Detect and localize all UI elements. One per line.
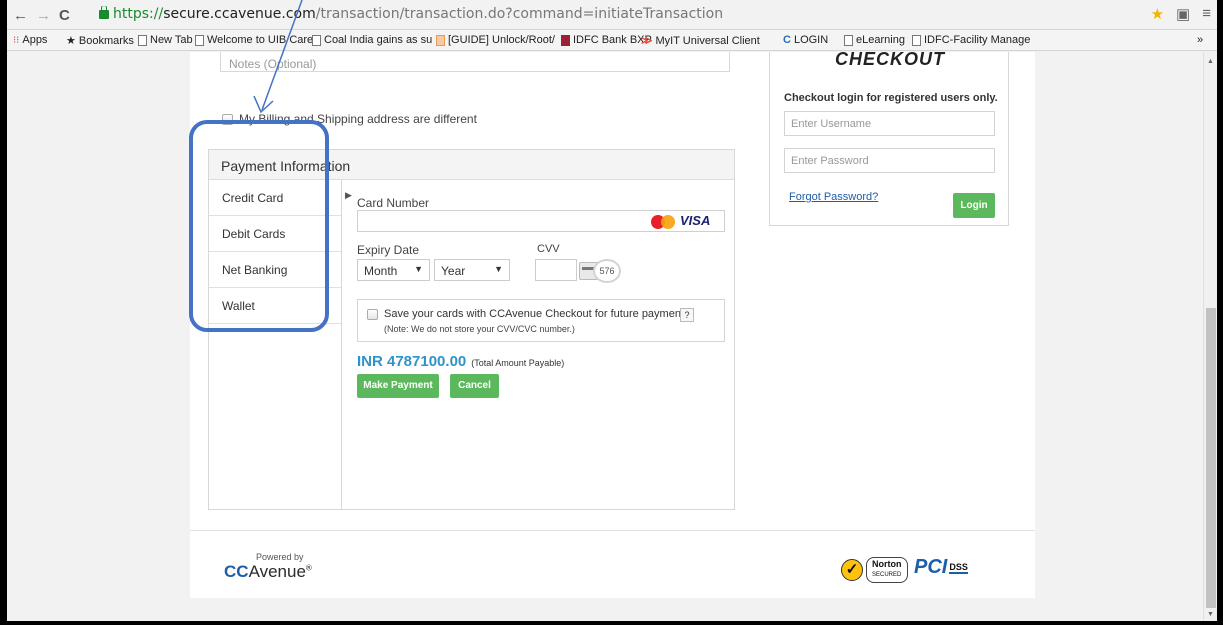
page-icon bbox=[138, 34, 147, 46]
browser-toolbar: ← → C https://secure.ccavenue.com/transa… bbox=[7, 0, 1217, 30]
bookmark-apps[interactable]: ⁝⁝ Apps bbox=[13, 34, 47, 46]
page-icon bbox=[312, 34, 321, 46]
amount-payable: INR 4787100.00 (Total Amount Payable) bbox=[357, 353, 564, 370]
save-card-box: Save your cards with CCAvenue Checkout f… bbox=[357, 299, 725, 342]
pci-logo: PCI bbox=[914, 556, 948, 578]
cancel-button[interactable]: Cancel bbox=[450, 374, 499, 398]
visa-logo: VISA bbox=[680, 213, 711, 228]
bookmark-uib-care[interactable]: Welcome to UIB Care bbox=[195, 34, 313, 46]
amount-value: INR 4787100.00 bbox=[357, 353, 467, 370]
bookmark-star-icon[interactable]: ★ bbox=[1151, 5, 1164, 23]
scroll-up-icon[interactable]: ▲ bbox=[1207, 58, 1214, 65]
scroll-thumb[interactable] bbox=[1206, 308, 1216, 608]
bookmark-bookmarks[interactable]: ★ Bookmarks bbox=[66, 34, 134, 48]
bookmark-coal-india[interactable]: Coal India gains as su bbox=[312, 34, 432, 46]
active-tab-arrow-icon: ▶ bbox=[345, 190, 352, 200]
username-input[interactable]: Enter Username bbox=[784, 111, 995, 136]
page-icon bbox=[195, 34, 204, 46]
amount-note: (Total Amount Payable) bbox=[471, 358, 565, 368]
forgot-password-link[interactable]: Forgot Password? bbox=[789, 191, 878, 203]
bookmark-elearning[interactable]: eLearning bbox=[844, 34, 905, 46]
annotation-highlight-box bbox=[189, 120, 329, 332]
checkout-login-box: CHECKOUT Checkout login for registered u… bbox=[769, 52, 1009, 226]
expiry-month-select[interactable]: Month ▼ bbox=[357, 259, 430, 281]
mastercard-icon bbox=[651, 215, 681, 229]
back-icon[interactable]: ← bbox=[13, 7, 28, 24]
bookmark-new-tab[interactable]: New Tab bbox=[138, 34, 193, 46]
password-input[interactable]: Enter Password bbox=[784, 148, 995, 173]
page-icon bbox=[912, 34, 921, 46]
vertical-scrollbar[interactable]: ▲ ▼ bbox=[1203, 52, 1217, 621]
card-number-input[interactable]: VISA bbox=[357, 210, 725, 232]
bookmark-login[interactable]: C LOGIN bbox=[783, 34, 828, 46]
lock-icon bbox=[99, 6, 109, 19]
page-icon bbox=[844, 34, 853, 46]
toolbar-icons: ★ ▣ ≡ bbox=[1151, 5, 1211, 23]
reload-icon[interactable]: C bbox=[59, 7, 70, 24]
chevron-down-icon: ▼ bbox=[414, 264, 423, 274]
card-number-label: Card Number bbox=[357, 196, 430, 210]
idfc-icon bbox=[561, 34, 570, 46]
norton-secured-badge: ✓ Norton SECURED bbox=[841, 557, 908, 583]
myit-icon: ≫ bbox=[641, 35, 653, 47]
help-button[interactable]: ? bbox=[680, 308, 694, 322]
forward-icon[interactable]: → bbox=[36, 7, 51, 24]
save-card-text: Save your cards with CCAvenue Checkout f… bbox=[384, 308, 690, 320]
chevron-down-icon: ▼ bbox=[494, 264, 503, 274]
pci-dss-badge: PCI DSS bbox=[914, 556, 968, 579]
checkout-logo: CHECKOUT bbox=[835, 52, 945, 69]
cvv-label: CVV bbox=[537, 243, 560, 255]
norton-label: Norton SECURED bbox=[866, 557, 908, 583]
powered-by-text: Powered by bbox=[256, 552, 304, 562]
bookmark-myit[interactable]: ≫ MyIT Universal Client bbox=[641, 34, 760, 48]
checkmark-icon: ✓ bbox=[841, 559, 863, 581]
url-host: secure.ccavenue.com bbox=[163, 6, 316, 22]
menu-icon[interactable]: ≡ bbox=[1202, 5, 1211, 23]
cvv-input[interactable] bbox=[535, 259, 577, 281]
dss-label: DSS bbox=[949, 561, 968, 574]
login-icon: C bbox=[783, 34, 791, 46]
extension-icon[interactable]: ▣ bbox=[1176, 5, 1190, 23]
star-icon: ★ bbox=[66, 35, 76, 47]
footer-divider bbox=[190, 530, 1035, 531]
address-bar[interactable]: https://secure.ccavenue.com/transaction/… bbox=[99, 6, 1119, 26]
bookmarks-overflow[interactable]: » bbox=[1197, 34, 1203, 46]
save-card-checkbox[interactable] bbox=[367, 309, 378, 320]
url-path: /transaction/transaction.do?command=init… bbox=[315, 6, 724, 22]
make-payment-button[interactable]: Make Payment bbox=[357, 374, 439, 398]
url-scheme: https:// bbox=[113, 6, 164, 22]
xda-icon bbox=[436, 34, 445, 46]
bookmark-idfc-bxp[interactable]: IDFC Bank BXP bbox=[561, 34, 652, 46]
bookmark-idfc-facility[interactable]: IDFC-Facility Manage bbox=[912, 34, 1030, 46]
login-button[interactable]: Login bbox=[953, 193, 995, 218]
cvv-hint-icon: 576 bbox=[579, 259, 621, 283]
ccavenue-logo: CCAvenue® bbox=[224, 562, 312, 581]
page-viewport: Notes (Optional) My Billing and Shipping… bbox=[7, 52, 1203, 621]
bookmark-guide[interactable]: [GUIDE] Unlock/Root/ bbox=[436, 34, 555, 46]
cvv-sample: 576 bbox=[593, 259, 621, 283]
bookmarks-bar: ⁝⁝ Apps ★ Bookmarks New Tab Welcome to UIB… bbox=[7, 30, 1217, 51]
apps-grid-icon: ⁝⁝ bbox=[13, 34, 20, 46]
notes-input[interactable]: Notes (Optional) bbox=[220, 52, 730, 72]
expiry-year-select[interactable]: Year ▼ bbox=[434, 259, 510, 281]
expiry-label: Expiry Date bbox=[357, 243, 420, 257]
save-card-note: (Note: We do not store your CVV/CVC numb… bbox=[384, 324, 575, 334]
checkout-title: Checkout login for registered users only… bbox=[784, 92, 998, 104]
scroll-down-icon[interactable]: ▼ bbox=[1207, 611, 1214, 618]
